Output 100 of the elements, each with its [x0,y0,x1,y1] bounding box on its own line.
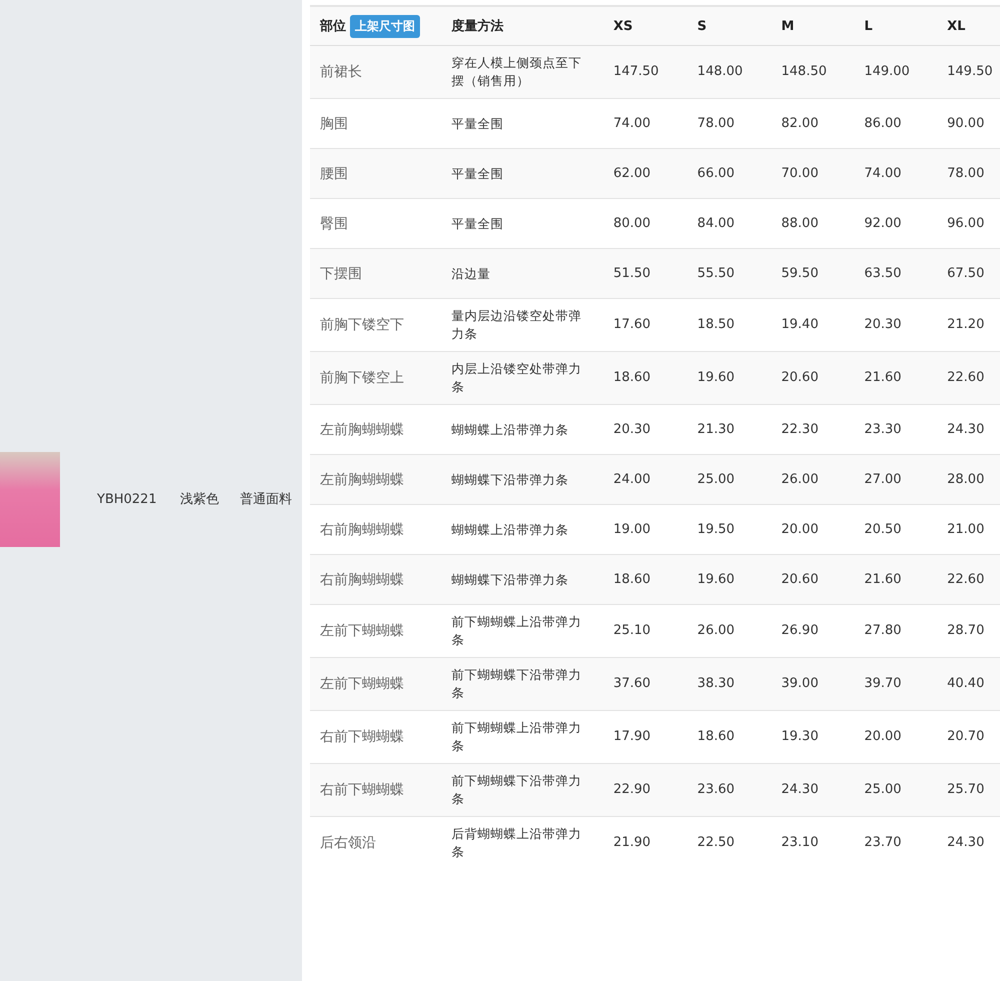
size-value: 22.60 [947,572,984,586]
measure-method: 前下蝴蝴蝶下沿带弹力条 [452,773,582,806]
size-value: 19.60 [697,572,735,586]
size-value: 21.20 [947,317,984,332]
part-name: 前胸下镂空上 [320,370,404,386]
size-value: 78.00 [947,166,984,180]
size-value: 92.00 [864,216,902,230]
size-value: 55.50 [697,266,735,280]
size-value: 19.30 [781,729,818,744]
size-value: 67.50 [947,266,984,280]
size-value: 90.00 [947,116,984,130]
size-value: 86.00 [864,116,902,130]
size-value: 28.00 [947,472,984,486]
size-value: 25.00 [697,472,735,486]
part-name: 右前胸蝴蝴蝶 [320,572,404,588]
size-chart-button[interactable]: 上架尺寸图 [350,14,420,38]
part-name: 后右领沿 [320,835,376,851]
column-header: XS [613,18,633,34]
measure-method: 蝴蝴蝶下沿带弹力条 [452,572,568,586]
size-value: 22.60 [947,370,984,385]
size-value: 21.00 [947,522,984,536]
part-name: 左前下蝴蝴蝶 [320,676,404,692]
size-value: 21.90 [613,835,651,850]
size-value: 18.60 [613,370,651,385]
product-fabric: 普通面料 [240,490,292,508]
size-value: 59.50 [781,266,818,280]
part-name: 右前胸蝴蝴蝶 [320,522,404,538]
size-value: 21.30 [697,422,735,436]
size-value: 22.90 [613,782,651,797]
product-color: 浅紫色 [180,490,220,508]
size-value: 78.00 [697,116,735,130]
size-value: 23.60 [697,782,735,797]
size-value: 24.30 [781,782,818,797]
part-name: 下摆围 [320,266,362,282]
measure-method: 后背蝴蝴蝶上沿带弹力条 [452,826,582,859]
size-value: 23.70 [864,835,902,850]
size-value: 24.30 [947,422,984,436]
size-value: 37.60 [613,676,651,691]
size-value: 25.00 [864,782,902,797]
size-value: 25.70 [947,782,984,797]
size-value: 20.30 [613,422,651,436]
size-value: 25.10 [613,623,651,638]
size-value: 19.00 [613,522,651,536]
size-value: 20.00 [864,729,902,744]
part-name: 左前胸蝴蝴蝶 [320,472,404,488]
size-value: 26.90 [781,623,818,638]
size-value: 149.00 [864,64,910,79]
size-value: 18.50 [697,317,735,332]
size-value: 149.50 [947,64,993,79]
measure-method: 蝴蝴蝶下沿带弹力条 [452,472,568,486]
column-header: M [781,18,794,34]
size-value: 70.00 [781,166,818,180]
column-header: S [697,18,707,34]
measure-method: 前下蝴蝴蝶上沿带弹力条 [452,614,582,647]
size-value: 23.30 [864,422,902,436]
part-name: 右前下蝴蝴蝶 [320,729,404,745]
part-name: 左前下蝴蝴蝶 [320,623,404,639]
measure-method: 内层上沿镂空处带弹力条 [452,361,582,394]
size-value: 17.60 [613,317,651,332]
measure-method: 前下蝴蝴蝶下沿带弹力条 [452,667,582,700]
size-value: 20.00 [781,522,818,536]
size-value: 74.00 [864,166,902,180]
measure-method: 平量全围 [452,166,504,180]
size-value: 26.00 [697,623,735,638]
measure-method: 前下蝴蝴蝶上沿带弹力条 [452,720,582,753]
size-value: 22.30 [781,422,818,436]
measure-method: 蝴蝴蝶上沿带弹力条 [452,422,568,436]
part-name: 前胸下镂空下 [320,317,404,333]
size-value: 39.70 [864,676,902,691]
measure-method: 沿边量 [452,266,490,280]
size-value: 20.30 [864,317,902,332]
size-value: 88.00 [781,216,818,230]
size-value: 80.00 [613,216,651,230]
size-value: 51.50 [613,266,651,280]
measure-method: 穿在人模上侧颈点至下摆（销售用） [452,55,582,88]
measure-method: 蝴蝴蝶上沿带弹力条 [452,522,568,536]
part-name: 胸围 [320,116,348,132]
size-value: 96.00 [947,216,984,230]
size-value: 20.60 [781,370,818,385]
part-name: 腰围 [320,166,348,182]
size-value: 28.70 [947,623,984,638]
size-value: 19.60 [697,370,735,385]
size-value: 84.00 [697,216,735,230]
column-header: XL [947,18,966,34]
size-value: 19.50 [697,522,735,536]
column-header: L [864,18,872,34]
size-value: 27.00 [864,472,902,486]
part-name: 前裙长 [320,64,362,80]
size-value: 21.60 [864,370,902,385]
part-name: 臀围 [320,216,348,232]
size-value: 19.40 [781,317,818,332]
product-code: YBH0221 [97,492,158,507]
measure-method: 平量全围 [452,116,504,130]
size-value: 17.90 [613,729,651,744]
size-value: 20.60 [781,572,818,586]
size-value: 23.10 [781,835,818,850]
size-value: 24.30 [947,835,984,850]
part-name: 右前下蝴蝴蝶 [320,782,404,798]
column-header: 部位 [320,18,346,35]
part-name: 左前胸蝴蝴蝶 [320,422,404,438]
